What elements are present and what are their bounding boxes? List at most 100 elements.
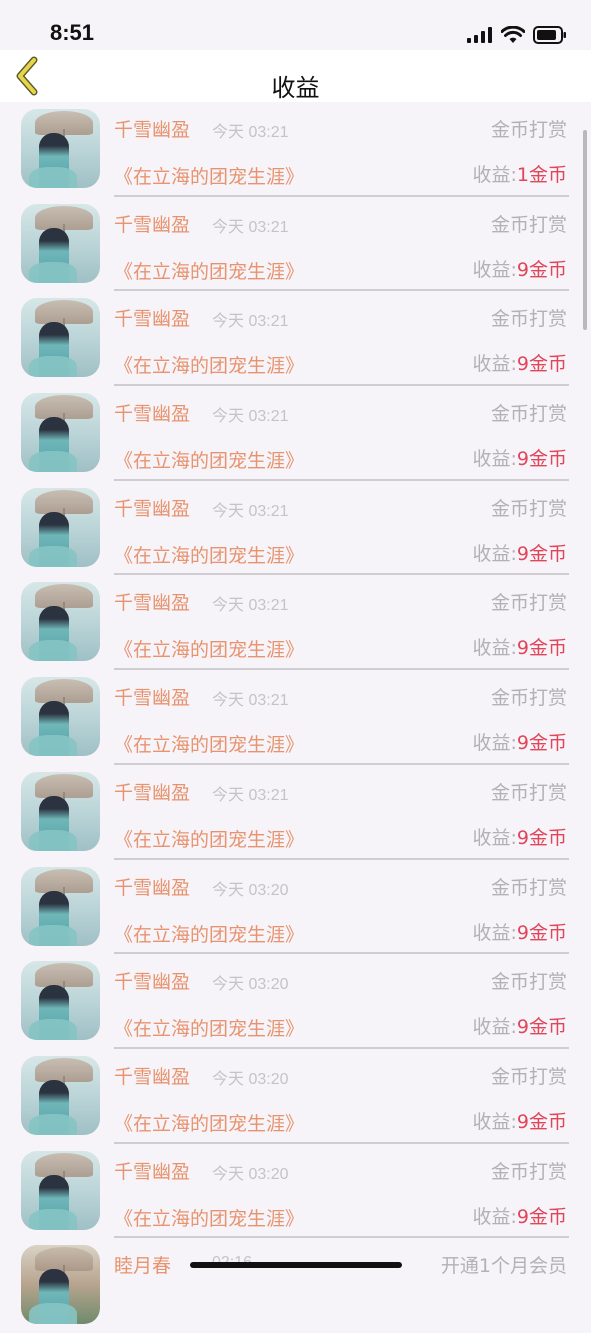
status-bar: 8:51 (0, 0, 591, 50)
income: 收益:9金币 (473, 918, 568, 945)
book-title[interactable]: 《在立海的团宠生涯》 (114, 1109, 304, 1136)
wifi-icon (501, 26, 525, 43)
list-item[interactable]: 千雪幽盈 今天 03:20 金币打赏 《在立海的团宠生涯》 收益:9金币 (0, 860, 591, 955)
book-title[interactable]: 《在立海的团宠生涯》 (114, 635, 304, 662)
home-indicator (190, 1262, 402, 1268)
income-amount: 9金币 (516, 1205, 567, 1228)
income: 收益:9金币 (473, 823, 568, 850)
income-type: 金币打赏 (490, 497, 567, 520)
income-label: 收益: (472, 164, 517, 186)
list-item[interactable]: 千雪幽盈 今天 03:21 金币打赏 《在立海的团宠生涯》 收益:9金币 (0, 575, 591, 671)
income: 收益:9金币 (473, 633, 568, 660)
list-item[interactable]: 千雪幽盈 今天 03:21 金币打赏 《在立海的团宠生涯》 收益:9金币 (0, 197, 591, 292)
income-label: 收益: (472, 826, 517, 849)
income: 收益:9金币 (473, 539, 568, 566)
income-label: 收益: (472, 353, 517, 376)
signal-icon (467, 27, 492, 43)
avatar[interactable] (21, 961, 100, 1041)
income-type: 金币打赏 (490, 119, 567, 141)
list-item[interactable]: 千雪幽盈 今天 03:20 金币打赏 《在立海的团宠生涯》 收益:9金币 (0, 1049, 591, 1144)
income-label: 收益: (472, 448, 517, 471)
income-amount: 9金币 (516, 637, 567, 660)
book-title[interactable]: 《在立海的团宠生涯》 (114, 730, 304, 757)
list-item[interactable]: 千雪幽盈 今天 03:20 金币打赏 《在立海的团宠生涯》 收益:9金币 (0, 954, 591, 1049)
status-time: 8:51 (50, 20, 95, 45)
avatar[interactable] (21, 393, 100, 473)
avatar[interactable] (21, 298, 100, 378)
income: 收益:9金币 (473, 444, 568, 471)
user-name: 千雪幽盈 (114, 592, 191, 615)
avatar[interactable] (21, 203, 100, 283)
user-name: 千雪幽盈 (114, 119, 191, 141)
timestamp: 今天 03:21 (212, 692, 289, 710)
income-amount: 9金币 (516, 921, 567, 944)
timestamp: 今天 03:21 (212, 124, 289, 141)
income: 收益:9金币 (473, 1202, 568, 1229)
list-item[interactable]: 千雪幽盈 今天 03:21 金币打赏 《在立海的团宠生涯》 收益:9金币 (0, 291, 591, 387)
user-name: 千雪幽盈 (114, 213, 191, 236)
book-title[interactable]: 《在立海的团宠生涯》 (114, 351, 304, 378)
income-type: 金币打赏 (490, 592, 567, 615)
income-type: 金币打赏 (490, 213, 567, 236)
avatar[interactable] (21, 1055, 100, 1135)
list-item[interactable]: 千雪幽盈 今天 03:21 金币打赏 《在立海的团宠生涯》 收益:9金币 (0, 481, 591, 576)
income-list: 千雪幽盈 今天 03:21 金币打赏 《在立海的团宠生涯》 收益:1金币 千雪幽… (0, 102, 591, 1333)
page-title: 收益 (271, 74, 320, 102)
book-title[interactable]: 《在立海的团宠生涯》 (114, 1014, 304, 1041)
book-title[interactable]: 《在立海的团宠生涯》 (114, 446, 304, 473)
avatar[interactable] (21, 487, 100, 567)
income-amount: 1金币 (516, 164, 567, 186)
timestamp: 今天 03:20 (212, 976, 289, 994)
timestamp: 今天 03:21 (212, 502, 289, 520)
income-type: 开通1个月会员 (440, 1255, 567, 1278)
list-item[interactable]: 千雪幽盈 今天 03:21 金币打赏 《在立海的团宠生涯》 收益:1金币 (0, 102, 591, 197)
list-item[interactable]: 千雪幽盈 今天 03:21 金币打赏 《在立海的团宠生涯》 收益:9金币 (0, 670, 591, 765)
user-name: 千雪幽盈 (114, 781, 191, 804)
income-amount: 9金币 (516, 1110, 567, 1133)
list-item[interactable]: 千雪幽盈 今天 03:21 金币打赏 《在立海的团宠生涯》 收益:9金币 (0, 765, 591, 860)
timestamp: 今天 03:20 (212, 1070, 289, 1088)
timestamp: 今天 03:21 (212, 313, 289, 331)
battery-icon (533, 26, 566, 44)
list-item[interactable]: 千雪幽盈 今天 03:21 金币打赏 《在立海的团宠生涯》 收益:9金币 (0, 386, 591, 481)
income-amount: 9金币 (516, 1016, 567, 1039)
income-label: 收益: (472, 637, 517, 660)
income-type: 金币打赏 (490, 403, 567, 426)
income-amount: 9金币 (516, 732, 567, 755)
book-title[interactable]: 《在立海的团宠生涯》 (114, 1204, 304, 1231)
income-amount: 9金币 (516, 258, 567, 281)
scrollbar[interactable] (583, 130, 587, 330)
income: 收益:9金币 (473, 1012, 568, 1039)
avatar[interactable] (21, 677, 100, 757)
timestamp: 今天 03:20 (212, 1165, 289, 1183)
timestamp: 今天 03:21 (212, 218, 289, 236)
avatar[interactable] (21, 771, 100, 851)
income: 收益:9金币 (473, 255, 568, 282)
user-name: 千雪幽盈 (114, 1065, 191, 1088)
avatar[interactable] (21, 582, 100, 662)
income: 收益:9金币 (473, 728, 568, 755)
list-item[interactable]: 睦月春 02:16 开通1个月会员 (0, 1238, 591, 1333)
avatar[interactable] (21, 1245, 100, 1325)
list-item[interactable]: 千雪幽盈 今天 03:20 金币打赏 《在立海的团宠生涯》 收益:9金币 (0, 1144, 591, 1239)
user-name: 千雪幽盈 (114, 403, 191, 426)
avatar[interactable] (21, 1150, 100, 1230)
avatar[interactable] (21, 866, 100, 946)
timestamp: 今天 03:21 (212, 597, 289, 615)
income: 收益:1金币 (473, 160, 568, 187)
user-name: 千雪幽盈 (114, 687, 191, 710)
status-icons (467, 24, 567, 46)
avatar[interactable] (21, 109, 100, 188)
book-title[interactable]: 《在立海的团宠生涯》 (114, 541, 304, 568)
book-title[interactable]: 《在立海的团宠生涯》 (114, 825, 304, 852)
user-name: 千雪幽盈 (114, 308, 191, 331)
book-title[interactable]: 《在立海的团宠生涯》 (114, 920, 304, 947)
income-type: 金币打赏 (490, 781, 567, 804)
income-label: 收益: (472, 542, 517, 565)
user-name: 千雪幽盈 (114, 1160, 191, 1183)
timestamp: 今天 03:21 (212, 408, 289, 426)
income-amount: 9金币 (516, 826, 567, 849)
book-title[interactable]: 《在立海的团宠生涯》 (114, 162, 304, 189)
timestamp: 今天 03:20 (212, 881, 289, 899)
book-title[interactable]: 《在立海的团宠生涯》 (114, 257, 304, 284)
